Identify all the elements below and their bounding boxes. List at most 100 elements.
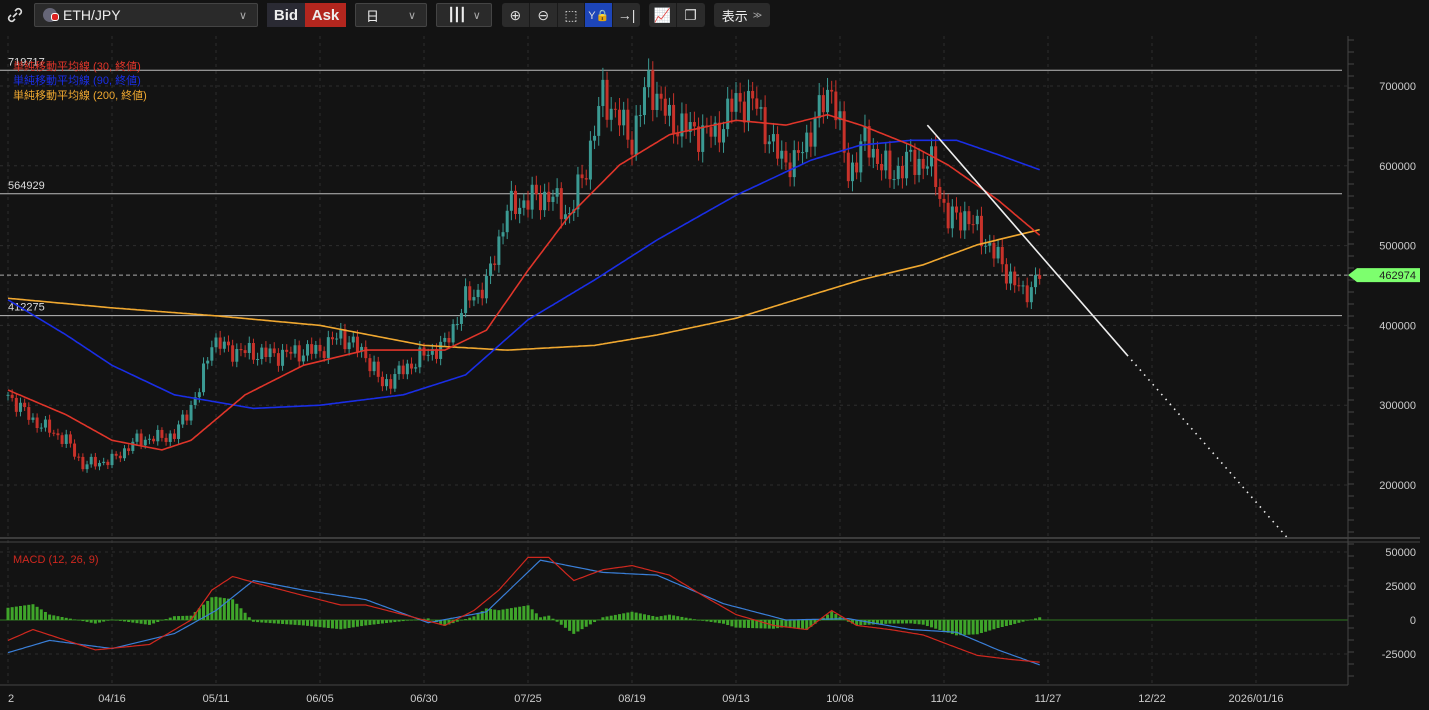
macd-histogram-bar	[580, 620, 584, 630]
macd-histogram-bar	[139, 620, 143, 624]
candle-body	[110, 453, 114, 466]
macd-histogram-bar	[559, 620, 563, 625]
ask-button[interactable]: Ask	[305, 3, 346, 27]
chevron-double-down-icon: ≫	[752, 9, 763, 20]
candle-body	[959, 212, 963, 231]
fit-icon[interactable]: ⬚	[558, 3, 586, 27]
trendline[interactable]	[926, 124, 1290, 541]
symbol-select[interactable]: ETH/JPY ∨	[34, 3, 258, 27]
candle-body	[285, 349, 289, 352]
macd-histogram-bar	[268, 620, 272, 624]
candle-body	[197, 392, 201, 398]
candle-body	[638, 115, 642, 117]
candle-body	[293, 345, 297, 354]
candle-body	[459, 313, 463, 324]
macd-histogram-bar	[472, 616, 476, 620]
chevron-down-icon: ∨	[238, 9, 247, 22]
macd-histogram-bar	[647, 615, 651, 620]
macd-histogram-bar	[538, 617, 542, 620]
candle-body	[555, 188, 559, 197]
macd-histogram-bar	[692, 619, 696, 620]
macd-histogram-bar	[959, 620, 963, 636]
candle-body	[268, 348, 272, 358]
display-menu-button[interactable]: 表示 ≫	[714, 3, 770, 27]
candle-body	[1034, 275, 1038, 288]
macd-histogram-bar	[77, 620, 81, 621]
candle-body	[655, 93, 659, 110]
macd-histogram-bar	[310, 620, 314, 627]
y-tick-label: 600000	[1379, 161, 1416, 173]
x-tick-label: 10/08	[826, 693, 854, 705]
macd-histogram-bar	[688, 618, 692, 620]
macd-histogram-bar	[555, 620, 559, 622]
candle-body	[27, 407, 31, 420]
candle-body	[522, 200, 526, 208]
candle-body	[43, 419, 47, 428]
x-tick-label: 09/13	[722, 693, 750, 705]
macd-histogram-bar	[214, 596, 218, 620]
y-tick-label: 400000	[1379, 320, 1416, 332]
macd-histogram-bar	[314, 620, 318, 627]
candle-body	[143, 439, 147, 446]
add-indicator-icon[interactable]: 📈	[649, 3, 677, 27]
macd-histogram-bar	[110, 619, 114, 621]
link-icon[interactable]	[4, 3, 26, 27]
macd-histogram-bar	[122, 620, 126, 622]
macd-histogram-bar	[884, 620, 888, 624]
bid-button[interactable]: Bid	[267, 3, 305, 27]
macd-histogram-bar	[771, 620, 775, 629]
candle-body	[401, 365, 405, 375]
macd-histogram-bar	[888, 620, 892, 624]
candle-body	[518, 207, 522, 215]
macd-histogram-bar	[89, 620, 93, 623]
macd-histogram-bar	[1009, 620, 1013, 626]
macd-histogram-bar	[568, 620, 572, 631]
macd-histogram-bar	[1038, 617, 1042, 620]
macd-histogram-bar	[152, 620, 156, 624]
macd-histogram-bar	[738, 620, 742, 628]
chart-area[interactable]: 719717564929412275462974 700000 600000 500…	[0, 0, 1429, 710]
candle-body	[10, 394, 14, 398]
candle-body	[489, 263, 493, 276]
macd-histogram-bar	[276, 620, 280, 624]
chart-type-select[interactable]: ┃┃┃ ∨	[436, 3, 492, 27]
macd-histogram-bar	[518, 606, 522, 620]
zoom-in-icon[interactable]: ⊕	[502, 3, 530, 27]
macd-histogram-bar	[239, 608, 243, 620]
candle-body	[755, 98, 759, 109]
candle-body	[805, 132, 809, 153]
candle-body	[152, 438, 156, 442]
chart-window-icon[interactable]: ❐	[677, 3, 704, 27]
macd-histogram-bar	[156, 620, 160, 622]
timeframe-select[interactable]: 日 ∨	[355, 3, 427, 27]
candle-body	[642, 87, 646, 116]
y-tick-label: 300000	[1379, 400, 1416, 412]
candle-body	[6, 394, 10, 396]
x-tick-label: 07/25	[514, 693, 542, 705]
macd-histogram-bar	[892, 620, 896, 624]
macd-histogram-bar	[206, 600, 210, 620]
macd-histogram-bar	[1000, 620, 1004, 628]
legend-ma90: 単純移動平均線 (90, 終値)	[13, 73, 141, 87]
candle-body	[426, 354, 430, 356]
candle-body	[472, 297, 476, 301]
zoom-out-icon[interactable]: ⊖	[530, 3, 558, 27]
macd-histogram-bar	[905, 620, 909, 624]
macd-histogram-bar	[455, 620, 459, 622]
candle-body	[730, 98, 734, 112]
ma200-line	[7, 228, 1040, 351]
y-lock-icon[interactable]: Y🔒	[585, 3, 614, 27]
price-level-label: 564929	[8, 180, 45, 192]
scroll-to-end-icon[interactable]: →|	[613, 3, 640, 27]
macd-histogram-bar	[426, 618, 430, 620]
eth-icon	[43, 8, 59, 22]
macd-histogram-bar	[684, 617, 688, 620]
candle-body	[156, 429, 160, 442]
macd-histogram-bar	[81, 620, 85, 622]
macd-histogram-bar	[489, 609, 493, 620]
macd-histogram-bar	[634, 612, 638, 620]
candle-body	[405, 363, 409, 375]
candle-body	[697, 126, 701, 152]
macd-histogram-bar	[114, 620, 118, 621]
macd-histogram-bar	[1017, 620, 1021, 623]
